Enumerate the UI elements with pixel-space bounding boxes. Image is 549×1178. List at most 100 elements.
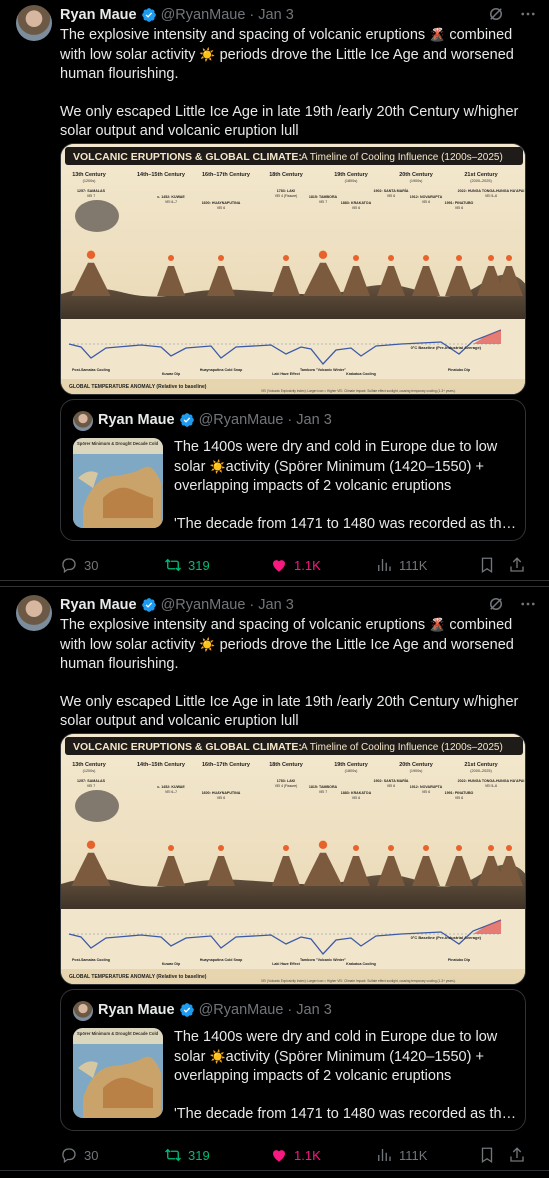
author-handle[interactable]: @RyanMaue (161, 597, 246, 613)
dip-label: Kuwae Dip (162, 372, 181, 376)
author-name[interactable]: Ryan Maue (60, 597, 137, 613)
volcano-emoji-icon: 🌋 (429, 27, 446, 42)
like-count: 1.1K (294, 557, 321, 573)
sun-emoji-icon: ☀️ (209, 459, 226, 474)
infographic-image[interactable]: VOLCANIC ERUPTIONS & GLOBAL CLIMATE: A T… (60, 733, 526, 985)
century-label: 20th Century (399, 172, 434, 178)
svg-text:VEI 7: VEI 7 (319, 790, 327, 794)
bookmark-icon (481, 557, 493, 574)
repost-button[interactable]: 319 (164, 556, 210, 574)
century-label: 16th–17th Century (202, 762, 251, 768)
svg-text:VEI 6–7: VEI 6–7 (165, 790, 177, 794)
eruption-label: 1991: PINATUBO (445, 201, 474, 205)
heart-filled-icon (273, 1150, 285, 1162)
svg-text:VOLCANIC ERUPTIONS & GLOBAL CL: VOLCANIC ERUPTIONS & GLOBAL CLIMATE: (73, 741, 302, 753)
tweet[interactable]: Ryan Maue @RyanMaue · Jan 3 The explosiv… (0, 0, 549, 581)
grok-icon[interactable] (487, 595, 505, 613)
reply-button[interactable]: 30 (60, 1146, 98, 1164)
tweet-text: The explosive intensity and spacing of v… (60, 27, 519, 139)
grok-icon[interactable] (487, 5, 505, 23)
svg-text:VEI 6: VEI 6 (387, 194, 395, 198)
more-icon[interactable] (519, 595, 537, 613)
dot-separator: · (245, 7, 259, 23)
bookmark-button[interactable] (478, 556, 496, 574)
verified-badge-icon (179, 1003, 194, 1017)
quoted-tweet[interactable]: Ryan Maue @RyanMaue · Jan 3 Spörer Minim… (60, 399, 526, 541)
quote-thumbnail[interactable]: Spörer Minimum & Drought Decade Cold (73, 1028, 163, 1118)
dip-label: Pinatubo Dip (448, 958, 471, 962)
views-button[interactable]: 111K (375, 556, 427, 574)
eruption-label: c. 1452: KUWAE (157, 785, 185, 789)
eruption-label: 1883: KRAKATOA (341, 791, 372, 795)
quote-text: The 1400s were dry and cold in Europe du… (174, 439, 519, 532)
repost-button[interactable]: 319 (164, 1146, 210, 1164)
svg-text:VEI 6–7: VEI 6–7 (165, 200, 177, 204)
tweet[interactable]: Ryan Maue @RyanMaue · Jan 3 The explosiv… (0, 586, 549, 1171)
eruption-label: 2022: HUNGA TONGA-HUNGA HA'APAI (458, 189, 525, 193)
century-label: 20th Century (399, 762, 434, 768)
sun-emoji-icon: ☀️ (199, 47, 216, 62)
avatar[interactable] (16, 5, 52, 41)
share-button[interactable] (508, 556, 526, 574)
century-label: 19th Century (334, 172, 369, 178)
bookmark-button[interactable] (478, 1146, 496, 1164)
quoted-tweet[interactable]: Ryan Maue @RyanMaue · Jan 3 Spörer Minim… (60, 989, 526, 1131)
quote-author-handle: @RyanMaue (198, 1002, 284, 1018)
dip-label: Kuwae Dip (162, 962, 181, 966)
repost-icon (165, 1148, 181, 1162)
reply-icon (62, 1148, 76, 1164)
svg-text:(1800s): (1800s) (345, 179, 359, 183)
svg-text:(1800s): (1800s) (345, 769, 359, 773)
verified-badge-icon (141, 8, 156, 22)
volcano-timeline-infographic: VOLCANIC ERUPTIONS & GLOBAL CLIMATE: A T… (61, 734, 525, 984)
eruption-label: 2022: HUNGA TONGA-HUNGA HA'APAI (458, 779, 525, 783)
svg-text:VEI 6: VEI 6 (422, 790, 430, 794)
eruption-label: 1783: LAKI (277, 779, 296, 783)
sun-emoji-icon: ☀️ (209, 1049, 226, 1064)
svg-text:VEI 7: VEI 7 (87, 784, 95, 788)
avatar[interactable] (16, 595, 52, 631)
dot-separator: · (245, 597, 259, 613)
tweet-header: Ryan Maue @RyanMaue · Jan 3 (60, 595, 537, 615)
quote-author-name: Ryan Maue (98, 412, 175, 428)
eruption-label: 1815: TAMBORA (309, 195, 338, 199)
views-icon (378, 1149, 391, 1161)
svg-text:VEI 6: VEI 6 (217, 796, 225, 800)
europe-map-thumbnail-icon: Spörer Minimum & Drought Decade Cold (73, 1028, 163, 1118)
svg-text:GLOBAL TEMPERATURE ANOMALY (Re: GLOBAL TEMPERATURE ANOMALY (Relative to … (69, 384, 207, 390)
timestamp[interactable]: Jan 3 (258, 597, 293, 613)
svg-text:(2000–2025): (2000–2025) (470, 179, 492, 183)
author-handle[interactable]: @RyanMaue (161, 7, 246, 23)
views-button[interactable]: 111K (375, 1146, 427, 1164)
dip-label: Huaynaputina Cold Snap (200, 368, 243, 372)
divider (0, 1170, 549, 1171)
century-label: 18th Century (269, 172, 304, 178)
svg-text:VEI 4 (Fissure): VEI 4 (Fissure) (275, 194, 298, 198)
author-name[interactable]: Ryan Maue (60, 7, 137, 23)
century-label: 21st Century (464, 172, 498, 178)
svg-text:VEI 6: VEI 6 (217, 206, 225, 210)
svg-text:VEI 4 (Fissure): VEI 4 (Fissure) (275, 784, 298, 788)
svg-text:(1200s): (1200s) (83, 179, 97, 183)
infographic-image[interactable]: VOLCANIC ERUPTIONS & GLOBAL CLIMATE: A T… (60, 143, 526, 395)
quote-thumbnail[interactable]: Spörer Minimum & Drought Decade Cold (73, 438, 163, 528)
like-button[interactable]: 1.1K (270, 556, 321, 574)
century-label: 21st Century (464, 762, 498, 768)
timeline-feed: Ryan Maue @RyanMaue · Jan 3 The explosiv… (0, 0, 549, 1178)
svg-text:VOLCANIC ERUPTIONS & GLOBAL CL: VOLCANIC ERUPTIONS & GLOBAL CLIMATE: (73, 151, 302, 163)
eruption-label: 1783: LAKI (277, 189, 296, 193)
dip-label: Pinatubo Dip (448, 368, 471, 372)
reply-button[interactable]: 30 (60, 556, 98, 574)
share-button[interactable] (508, 1146, 526, 1164)
repost-count: 319 (188, 1147, 210, 1163)
svg-text:VEI 6: VEI 6 (387, 784, 395, 788)
eruption-label: 1912: NOVARUPTA (410, 785, 443, 789)
eruption-label: 1883: KRAKATOA (341, 201, 372, 205)
dip-label: Krakatoa Cooling (346, 372, 376, 376)
more-icon[interactable] (519, 5, 537, 23)
svg-text:VEI (Volcanic Explosivity Inde: VEI (Volcanic Explosivity Index): Larger… (261, 979, 456, 983)
svg-text:GLOBAL TEMPERATURE ANOMALY (Re: GLOBAL TEMPERATURE ANOMALY (Relative to … (69, 974, 207, 980)
like-button[interactable]: 1.1K (270, 1146, 321, 1164)
timestamp[interactable]: Jan 3 (258, 7, 293, 23)
eruption-label: c. 1452: KUWAE (157, 195, 185, 199)
